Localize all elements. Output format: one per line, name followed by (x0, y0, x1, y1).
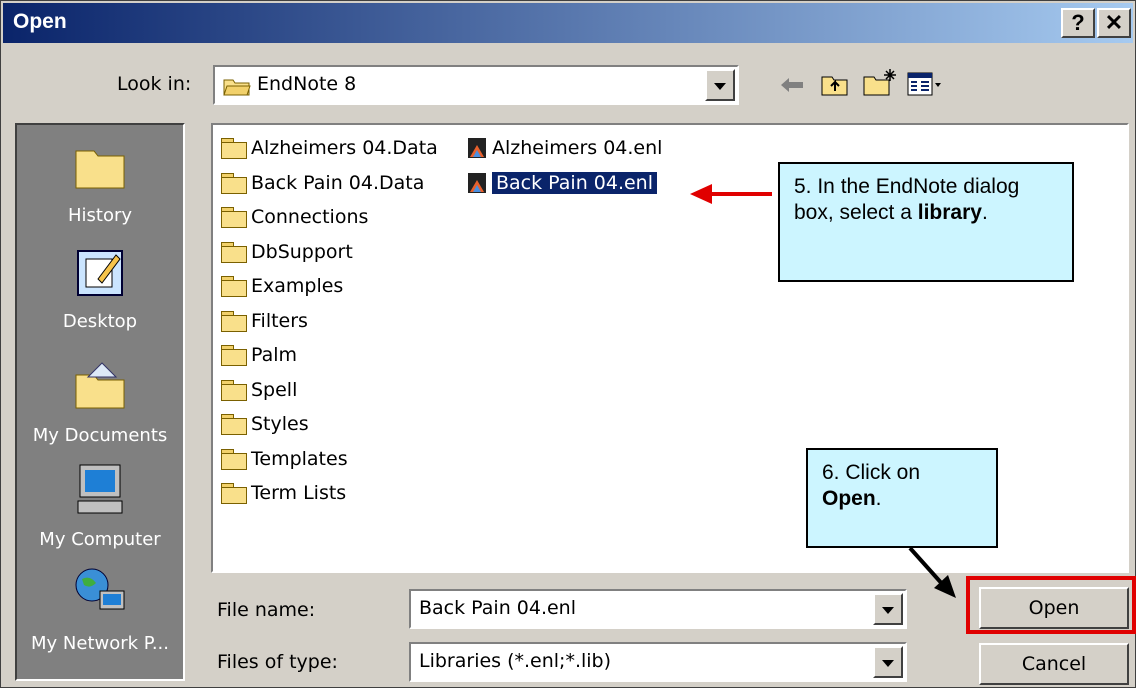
black-arrow (908, 546, 956, 598)
annotation-arrows (690, 184, 956, 598)
red-arrow (690, 184, 772, 204)
